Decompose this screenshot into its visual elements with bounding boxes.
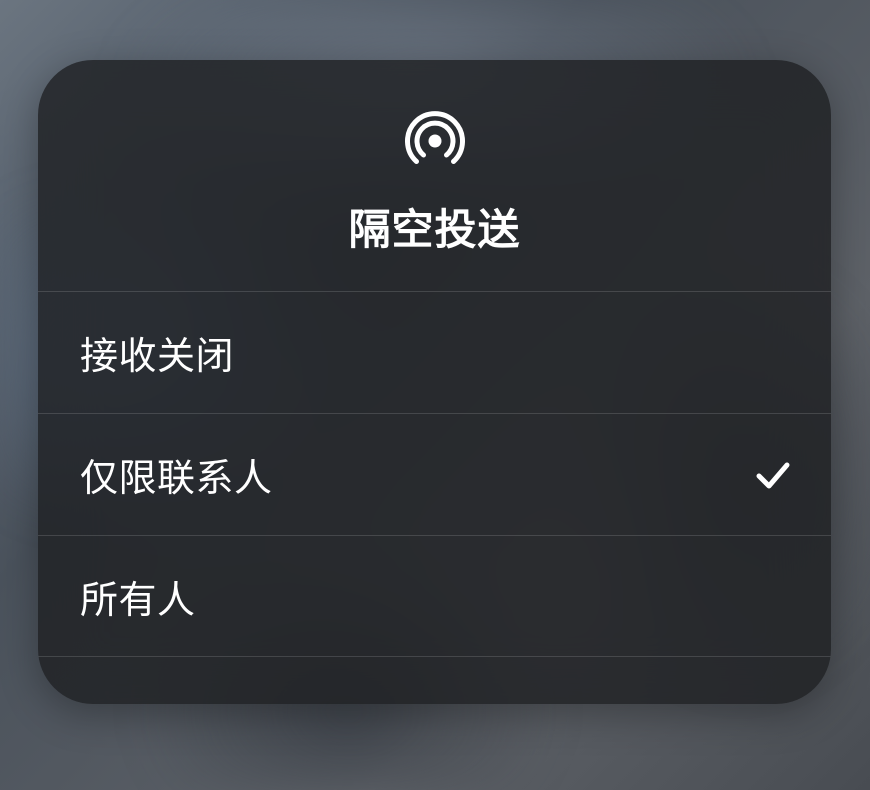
option-label: 所有人 — [80, 569, 196, 624]
panel-footer — [38, 657, 831, 704]
airdrop-icon — [404, 110, 466, 172]
airdrop-settings-panel: 隔空投送 接收关闭 仅限联系人 所有人 — [38, 60, 831, 704]
option-label: 接收关闭 — [80, 325, 234, 380]
panel-header: 隔空投送 — [38, 60, 831, 291]
option-list: 接收关闭 仅限联系人 所有人 — [38, 291, 831, 657]
option-label: 仅限联系人 — [80, 447, 273, 502]
checkmark-icon — [753, 455, 793, 495]
option-everyone[interactable]: 所有人 — [38, 535, 831, 657]
panel-title: 隔空投送 — [348, 196, 520, 257]
option-contacts-only[interactable]: 仅限联系人 — [38, 413, 831, 535]
option-receiving-off[interactable]: 接收关闭 — [38, 291, 831, 413]
